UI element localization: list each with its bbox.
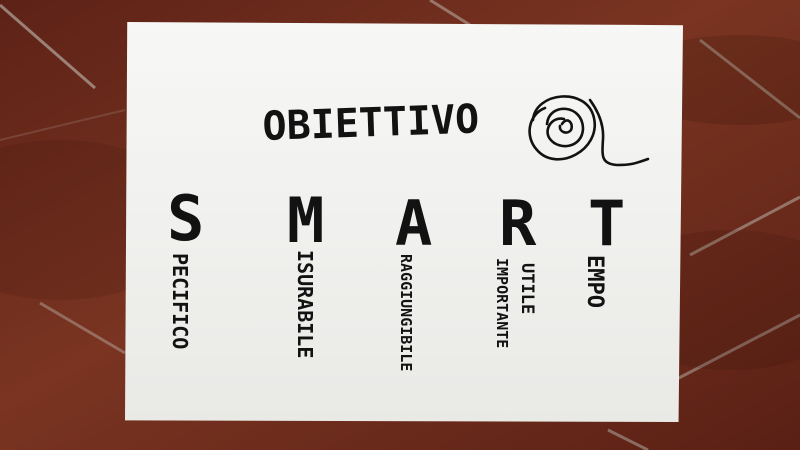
title-obiettivo: OBIETTIVO bbox=[262, 96, 480, 150]
svg-text:IMPORTANTE: IMPORTANTE bbox=[493, 258, 511, 348]
svg-text:UTILE: UTILE bbox=[517, 263, 537, 314]
svg-text:EMPO: EMPO bbox=[582, 255, 607, 308]
word-raggiungibile: RAGGIUNGIBILE bbox=[397, 254, 415, 371]
word-utile: UTILE bbox=[517, 263, 537, 314]
word-specifico: PECIFICO bbox=[168, 253, 192, 349]
letter-s: S bbox=[167, 182, 204, 255]
letter-a: A bbox=[395, 187, 432, 260]
smart-letters: S M A R T bbox=[167, 182, 625, 260]
word-misurabile: ISURABILE bbox=[293, 250, 317, 358]
svg-text:ISURABILE: ISURABILE bbox=[293, 250, 317, 358]
svg-text:PECIFICO: PECIFICO bbox=[168, 253, 192, 349]
letter-t: T bbox=[588, 187, 625, 260]
word-tempo: EMPO bbox=[582, 255, 607, 308]
word-importante: IMPORTANTE bbox=[493, 258, 511, 348]
floor-photo: OBIETTIVO S M A R T PECIFICO ISURABILE R… bbox=[0, 0, 800, 450]
target-icon bbox=[528, 95, 650, 167]
handwritten-notes: OBIETTIVO S M A R T PECIFICO ISURABILE R… bbox=[167, 95, 650, 371]
letter-r: R bbox=[499, 187, 537, 260]
letter-m: M bbox=[287, 184, 324, 257]
svg-text:RAGGIUNGIBILE: RAGGIUNGIBILE bbox=[397, 254, 415, 371]
